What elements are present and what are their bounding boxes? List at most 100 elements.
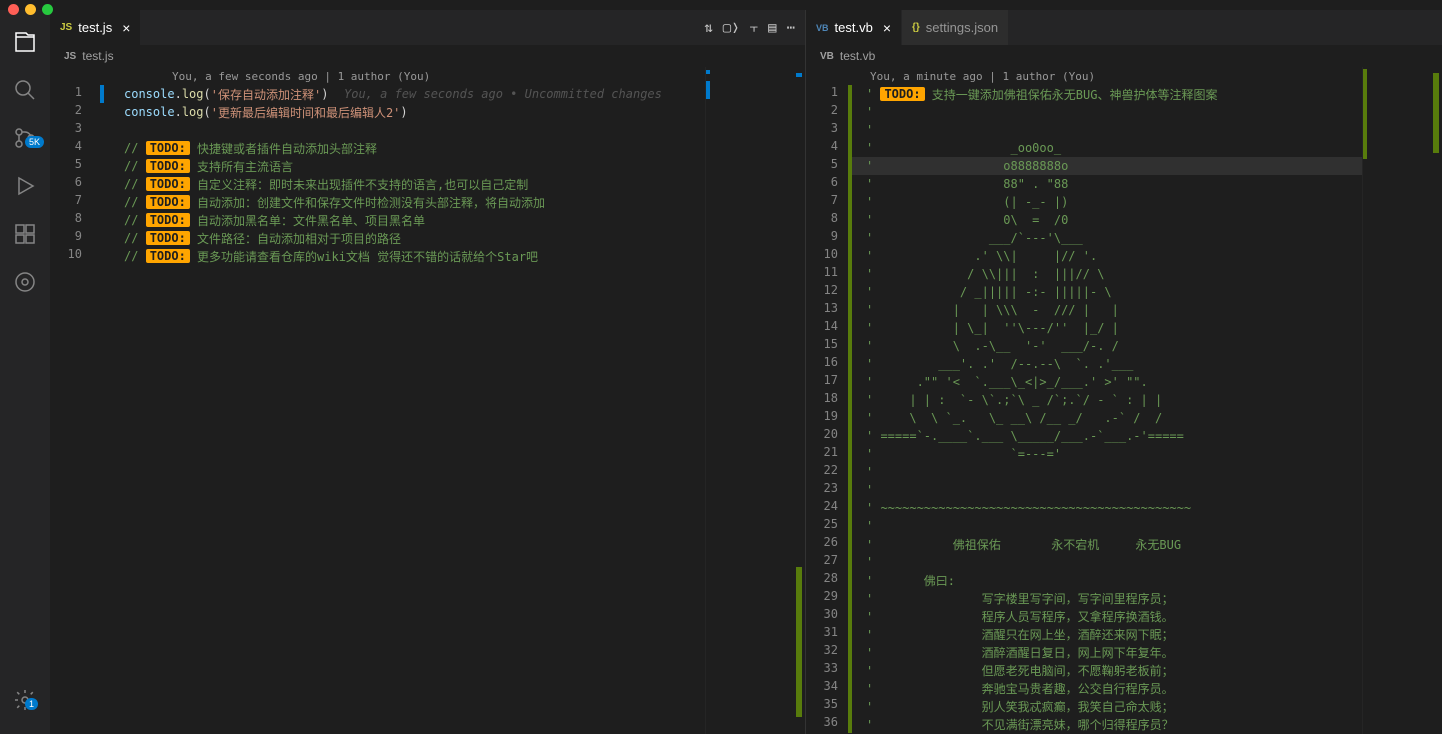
code-line[interactable]: 34' 奔驰宝马贵者趣，公交自行程序员。 [806,679,1362,697]
code-line[interactable]: 4// TODO: 快捷键或者插件自动添加头部注释 [50,139,705,157]
action-run[interactable]: ▢❭ [723,20,740,36]
tab-test-js[interactable]: JS test.js × [50,10,141,45]
line-number: 1 [50,85,100,99]
code-line[interactable]: 12' / _||||| -:- |||||- \ [806,283,1362,301]
code-line[interactable]: 9' ___/`---'\___ [806,229,1362,247]
overview-ruler-right[interactable] [1430,67,1442,734]
line-number: 8 [806,211,848,225]
code-line[interactable]: 22' [806,463,1362,481]
code-line[interactable]: 19' \ \ `_. \_ __\ /__ _/ .-` / / [806,409,1362,427]
code-line[interactable]: 6' 88" . "88 [806,175,1362,193]
code-line[interactable]: 7// TODO: 自动添加：创建文件和保存文件时检测没有头部注释，将自动添加 [50,193,705,211]
code-line[interactable]: 15' \ .-\__ '-' ___/-. / [806,337,1362,355]
line-number: 25 [806,517,848,531]
code-line[interactable]: 2' [806,103,1362,121]
code-line[interactable]: 20' =====`-.____`.___ \_____/___.-`___.-… [806,427,1362,445]
line-number: 30 [806,607,848,621]
line-number: 15 [806,337,848,351]
overview-ruler-left[interactable] [793,67,805,734]
line-number: 20 [806,427,848,441]
line-number: 28 [806,571,848,585]
activity-run-debug[interactable] [1,162,49,210]
code-line[interactable]: 14' | \_| ''\---/'' |_/ | [806,319,1362,337]
tab-test-vb[interactable]: VB test.vb × [806,10,902,45]
line-number: 2 [806,103,848,117]
code-line[interactable]: 36' 不见满街漂亮妹，哪个归得程序员？ [806,715,1362,733]
code-line[interactable]: 33' 但愿老死电脑间，不愿鞠躬老板前； [806,661,1362,679]
code-line[interactable]: 1console.log('保存自动添加注释')You, a few secon… [50,85,705,103]
breadcrumb-left[interactable]: JS test.js [50,45,805,67]
code-line[interactable]: 5// TODO: 支持所有主流语言 [50,157,705,175]
code-line[interactable]: 7' (| -_- |) [806,193,1362,211]
code-line[interactable]: 8' 0\ = /0 [806,211,1362,229]
code-line[interactable]: 11' / \\||| : |||// \ [806,265,1362,283]
code-line[interactable]: 29' 写字楼里写字间，写字间里程序员； [806,589,1362,607]
code-line[interactable]: 6// TODO: 自定义注释：即时未来出现插件不支持的语言,也可以自己定制 [50,175,705,193]
code-line[interactable]: 23' [806,481,1362,499]
minimap-left[interactable] [705,67,805,734]
line-number: 10 [806,247,848,261]
line-number: 9 [806,229,848,243]
right-editor-content[interactable]: You, a minute ago | 1 author (You) 1' TO… [806,67,1442,734]
left-editor-content[interactable]: You, a few seconds ago | 1 author (You) … [50,67,805,734]
code-line[interactable]: 21' `=---=' [806,445,1362,463]
action-split-vertical[interactable]: ⫟ [750,20,758,36]
line-number: 19 [806,409,848,423]
line-number: 32 [806,643,848,657]
code-line[interactable]: 5' o8888888o [806,157,1362,175]
codelens-right[interactable]: You, a minute ago | 1 author (You) [866,67,1095,85]
activity-extensions[interactable] [1,210,49,258]
close-icon[interactable]: × [883,20,891,36]
code-line[interactable]: 31' 酒醒只在网上坐，酒醉还来网下眠； [806,625,1362,643]
mac-close-btn[interactable] [8,4,19,15]
code-line[interactable]: 32' 酒醉酒醒日复日，网上网下年复年。 [806,643,1362,661]
code-line[interactable]: 18' | | : `- \`.;`\ _ /`;.`/ - ` : | | [806,391,1362,409]
code-line[interactable]: 27' [806,553,1362,571]
code-line[interactable]: 25' [806,517,1362,535]
code-line[interactable]: 3' [806,121,1362,139]
vb-icon: VB [816,23,829,33]
codelens-left[interactable]: You, a few seconds ago | 1 author (You) [148,67,430,85]
action-more[interactable]: ⋯ [787,20,795,36]
code-line[interactable]: 17' ."" '< `.___\_<|>_/___.' >' "". [806,373,1362,391]
code-line[interactable]: 24' ~~~~~~~~~~~~~~~~~~~~~~~~~~~~~~~~~~~~… [806,499,1362,517]
line-number: 27 [806,553,848,567]
line-number: 6 [806,175,848,189]
workbench: 5K 1 JS test.js × ⇅ [0,0,1442,734]
close-icon[interactable]: × [122,20,130,36]
tab-settings-json[interactable]: {} settings.json [902,10,1009,45]
code-line[interactable]: 10// TODO: 更多功能请查看仓库的wiki文档 觉得还不错的话就给个St… [50,247,705,265]
code-line[interactable]: 16' ___'. .' /--.--\ `. .'___ [806,355,1362,373]
inline-blame: You, a few seconds ago • Uncommitted cha… [344,87,662,101]
code-line[interactable]: 2console.log('更新最后编辑时间和最后编辑人2') [50,103,705,121]
settings-badge: 1 [25,698,38,710]
code-line[interactable]: 35' 别人笑我忒疯癫，我笑自己命太贱； [806,697,1362,715]
action-split-horizontal[interactable]: ▤ [768,20,776,36]
code-line[interactable]: 26' 佛祖保佑 永不宕机 永无BUG [806,535,1362,553]
activity-inspector[interactable] [1,258,49,306]
code-line[interactable]: 13' | | \\\ - /// | | [806,301,1362,319]
code-line[interactable]: 3 [50,121,705,139]
code-line[interactable]: 30' 程序人员写程序，又拿程序换酒钱。 [806,607,1362,625]
mac-window-controls[interactable] [8,4,53,15]
editor-group-right: VB test.vb × {} settings.json VB test.vb… [806,10,1442,734]
activity-source-control[interactable]: 5K [1,114,49,162]
line-number: 4 [50,139,100,153]
activity-explorer[interactable] [1,18,49,66]
code-line[interactable]: 10' .' \\| |// '. [806,247,1362,265]
mac-min-btn[interactable] [25,4,36,15]
code-line[interactable]: 8// TODO: 自动添加黑名单：文件黑名单、项目黑名单 [50,211,705,229]
line-number: 11 [806,265,848,279]
code-line[interactable]: 4' _oo0oo_ [806,139,1362,157]
activity-search[interactable] [1,66,49,114]
line-number: 13 [806,301,848,315]
code-line[interactable]: 1' TODO: 支持一键添加佛祖保佑永无BUG、神兽护体等注释图案 [806,85,1362,103]
activity-settings[interactable]: 1 [1,676,49,724]
line-number: 4 [806,139,848,153]
breadcrumb-right[interactable]: VB test.vb [806,45,1442,67]
line-number: 29 [806,589,848,603]
mac-zoom-btn[interactable] [42,4,53,15]
code-line[interactable]: 9// TODO: 文件路径：自动添加相对于项目的路径 [50,229,705,247]
action-compare-changes[interactable]: ⇅ [704,20,712,36]
code-line[interactable]: 28' 佛曰: [806,571,1362,589]
